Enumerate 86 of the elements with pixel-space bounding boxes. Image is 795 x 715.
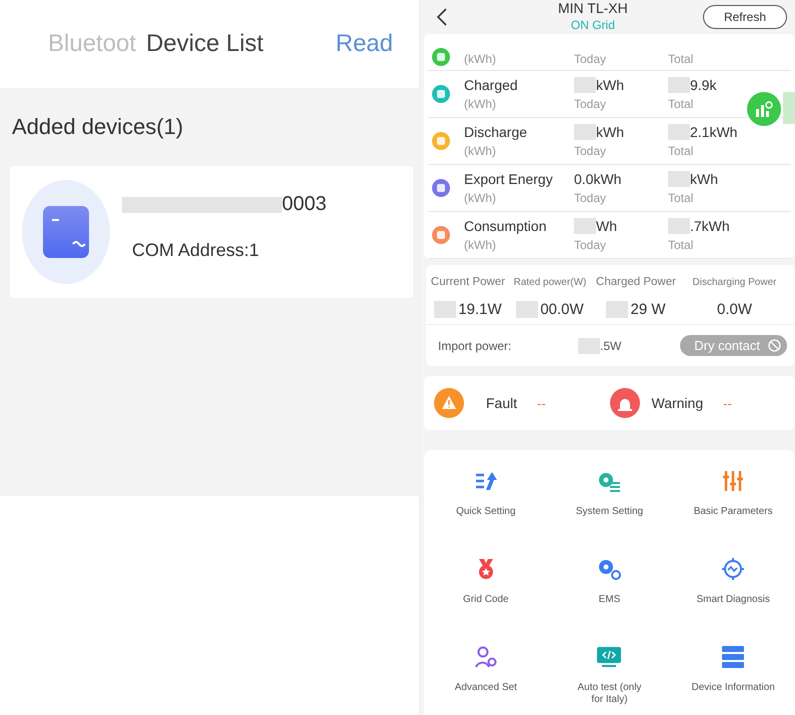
- menu-label: Smart Diagnosis: [695, 594, 771, 606]
- list-arrow-icon: [474, 470, 498, 492]
- gear-list-icon: [597, 470, 622, 492]
- total-label: Total: [668, 238, 694, 252]
- back-icon[interactable]: [436, 7, 448, 27]
- gears-icon: [597, 558, 622, 580]
- sliders-icon: [721, 470, 746, 492]
- redaction-block: [574, 77, 596, 93]
- energy-label: Consumption: [464, 218, 548, 234]
- menu-item[interactable]: Smart Diagnosis: [671, 558, 795, 646]
- power-label: Discharging Power: [692, 276, 776, 290]
- menu-item[interactable]: Quick Setting: [424, 470, 548, 558]
- menu-item[interactable]: Basic Parameters: [671, 470, 795, 558]
- menu-label: Device Information: [690, 682, 776, 694]
- total-value: 9.9k: [690, 77, 716, 93]
- menu-label: Quick Setting: [455, 506, 517, 518]
- code-monitor-icon: [597, 646, 622, 668]
- redaction-block: [668, 171, 690, 187]
- unit-label: (kWh): [464, 238, 497, 252]
- alarm-label: Warning: [652, 395, 704, 411]
- alarm-value: --: [537, 396, 546, 410]
- total-label: Total: [668, 191, 694, 205]
- alarm-light-icon: [610, 388, 640, 418]
- today-label: Today: [574, 238, 608, 252]
- menu-item[interactable]: Auto test (only for Italy): [548, 646, 672, 715]
- power-value: 0.0W: [716, 301, 752, 318]
- power-label: Rated power(W): [514, 276, 586, 290]
- prohibited-icon: [768, 339, 781, 352]
- alarm-value: --: [723, 396, 732, 410]
- menu-item[interactable]: Advanced Set: [424, 646, 548, 715]
- energy-label: Charged: [464, 77, 519, 93]
- total-value: 2.1kWh: [690, 124, 738, 140]
- redaction-block: [574, 218, 596, 234]
- today-label: Today: [574, 52, 608, 66]
- menu-label: Grid Code: [462, 594, 510, 606]
- unit-label: (kWh): [464, 144, 497, 158]
- chart-icon: [755, 101, 773, 117]
- redaction-block: [668, 124, 690, 140]
- device-serial: 0003: [282, 193, 326, 216]
- device-title: MIN TL-XH: [558, 0, 628, 17]
- today-value: 0.0kWh: [574, 171, 622, 187]
- power-value: 19.1W: [434, 301, 502, 318]
- energy-label: Discharge: [464, 124, 528, 140]
- menu-label: Auto test (only for Italy): [576, 682, 642, 706]
- chart-button[interactable]: [747, 92, 781, 126]
- menu-label: System Setting: [574, 506, 644, 518]
- power-label: Charged Power: [596, 275, 676, 290]
- today-value: Wh: [596, 218, 617, 234]
- redaction-block: [668, 77, 690, 93]
- today-value: kWh: [596, 124, 624, 140]
- import-label: Import power:: [438, 338, 512, 352]
- total-label: Total: [668, 52, 694, 66]
- menu-label: Basic Parameters: [692, 506, 774, 518]
- today-label: Today: [574, 191, 608, 205]
- menu-item[interactable]: Device Information: [671, 646, 795, 715]
- total-value: kWh: [690, 171, 718, 187]
- alarm-label: Fault: [486, 395, 518, 411]
- redaction-block: [668, 218, 690, 234]
- target-pulse-icon: [721, 558, 746, 580]
- today-label: Today: [574, 97, 608, 111]
- menu-label: Advanced Set: [454, 682, 518, 694]
- unit-label: (kWh): [464, 52, 497, 66]
- device-card[interactable]: 0003 COM Address:1: [10, 166, 413, 298]
- menu-label: EMS: [598, 594, 622, 606]
- section-title: Added devices(1): [11, 113, 184, 141]
- refresh-button[interactable]: Refresh: [702, 5, 787, 29]
- import-value: .5W: [600, 338, 622, 352]
- redaction-block: [578, 338, 600, 354]
- unit-label: (kWh): [464, 191, 497, 205]
- user-gear-icon: [474, 646, 498, 668]
- grid-status: ON Grid: [570, 17, 615, 34]
- menu-item[interactable]: Grid Code: [424, 558, 548, 646]
- server-icon: [721, 646, 746, 668]
- energy-label: Export Energy: [464, 171, 554, 187]
- today-label: Today: [574, 144, 608, 158]
- today-value: kWh: [596, 77, 624, 93]
- unit-label: (kWh): [464, 97, 497, 111]
- power-label: Current Power: [430, 275, 506, 290]
- com-address: COM Address:1: [132, 240, 260, 261]
- menu-item[interactable]: EMS: [548, 558, 672, 646]
- total-label: Total: [668, 97, 694, 111]
- total-label: Total: [668, 144, 694, 158]
- page-title: Device List: [146, 30, 264, 58]
- redaction-block: [574, 124, 596, 140]
- total-value: .7kWh: [690, 218, 730, 234]
- menu-item[interactable]: System Setting: [548, 470, 672, 558]
